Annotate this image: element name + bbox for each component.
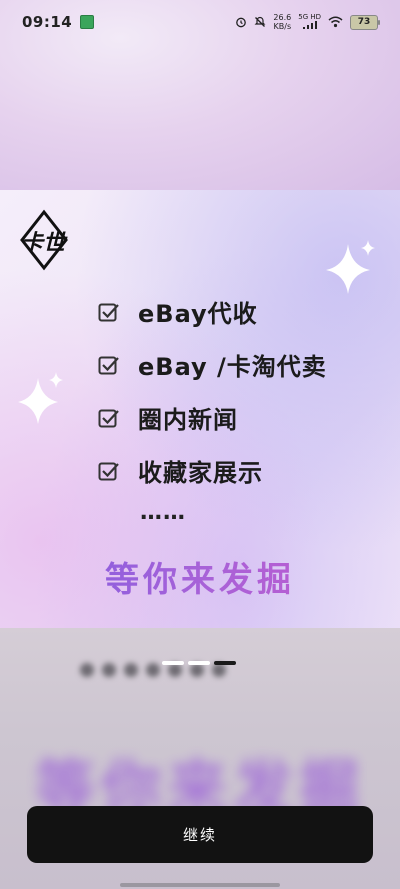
- blurred-dot: [124, 663, 138, 677]
- signal-icon: [302, 21, 317, 29]
- network-type: 5G HD: [298, 13, 321, 31]
- feature-item: 圈内新闻: [98, 391, 327, 444]
- continue-button[interactable]: 继续: [27, 806, 373, 863]
- blurred-dot: [102, 663, 116, 677]
- net-speed-unit: KB/s: [273, 22, 292, 31]
- checkbox-checked-icon: [98, 356, 119, 374]
- checkbox-checked-icon: [98, 462, 119, 480]
- feature-label: 收藏家展示: [138, 459, 263, 487]
- feature-label: 圈内新闻: [138, 406, 238, 434]
- blurred-dot: [80, 663, 94, 677]
- mute-icon: [254, 16, 266, 27]
- net-speed-value: 26.6: [273, 13, 292, 22]
- network-type-label: 5G HD: [298, 13, 321, 21]
- status-icons: 26.6 KB/s 5G HD 73: [235, 13, 380, 31]
- feature-card: 卡世 eBay代收 eBay /卡淘代卖 圈内新闻 收藏家展示 …… 等你来发掘: [0, 190, 400, 628]
- status-bar: 09:14 26.6 KB/s 5G HD 73: [0, 0, 400, 44]
- feature-item: eBay /卡淘代卖: [98, 338, 327, 391]
- app-logo: 卡世: [20, 209, 68, 271]
- alarm-icon: [236, 17, 247, 28]
- feature-item: eBay代收: [98, 285, 327, 338]
- blurred-dots: [80, 663, 226, 677]
- sparkle-icon: [18, 372, 63, 424]
- net-speed: 26.6 KB/s: [273, 13, 291, 31]
- onboarding-screen: 09:14 26.6 KB/s 5G HD 73 卡世 eBay代收 eBay …: [0, 0, 400, 889]
- more-ellipsis: ……: [140, 500, 186, 525]
- page-dot[interactable]: [188, 661, 210, 665]
- page-dot-active[interactable]: [214, 661, 236, 665]
- blurred-dot: [190, 663, 204, 677]
- blurred-dot: [146, 663, 160, 677]
- sparkle-icon: [326, 240, 375, 294]
- feature-item: 收藏家展示: [98, 444, 327, 497]
- app-notification-icon: [80, 15, 95, 29]
- status-time: 09:14: [22, 13, 73, 31]
- feature-label: eBay /卡淘代卖: [138, 353, 327, 381]
- page-dot[interactable]: [162, 661, 184, 665]
- feature-label: eBay代收: [138, 300, 258, 328]
- battery-indicator: 73: [350, 14, 380, 30]
- slogan: 等你来发掘: [0, 552, 400, 601]
- blurred-dot: [212, 663, 226, 677]
- feature-list: eBay代收 eBay /卡淘代卖 圈内新闻 收藏家展示: [98, 285, 327, 497]
- checkbox-checked-icon: [98, 303, 119, 321]
- home-indicator[interactable]: [120, 883, 280, 887]
- logo-text: 卡世: [21, 231, 68, 256]
- checkbox-checked-icon: [98, 409, 119, 427]
- wifi-icon: [328, 16, 343, 28]
- blurred-dot: [168, 663, 182, 677]
- page-indicator[interactable]: [162, 661, 236, 665]
